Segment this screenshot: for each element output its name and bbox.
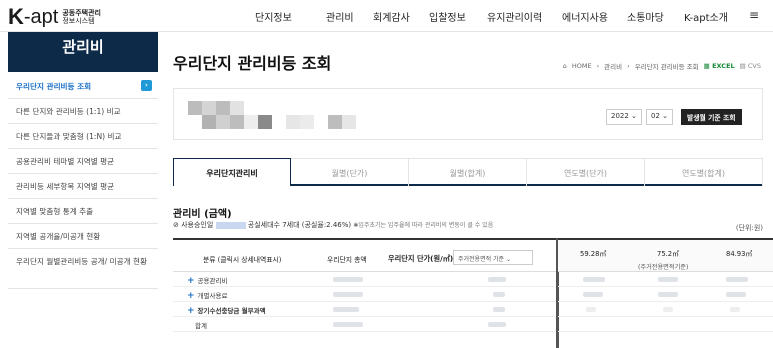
nav-audit[interactable]: 회계감사 — [373, 9, 410, 24]
breadcrumb: ⌂ HOME › 관리비 › 우리단지 관리비등 조회 ▦ EXCEL ▤ CV… — [563, 61, 761, 71]
logo-apt: -apt — [23, 5, 59, 28]
col-total: 우리단지 총액 — [327, 256, 367, 264]
tab-yearly-unit[interactable]: 연도별(단가) — [527, 158, 645, 186]
month-value: 02 — [651, 112, 660, 120]
logo-subtitle-2: 정보시스템 — [62, 17, 95, 25]
col-unit: 우리단지 단가(원/㎡) — [388, 254, 454, 263]
sidebar-item-label: 지역별 공개율/미공개 현황 — [16, 232, 101, 241]
sidebar-item-label: 공용관리비 테마별 지역별 평균 — [16, 157, 115, 166]
breadcrumb-home[interactable]: HOME — [572, 62, 592, 70]
sidebar-item-label: 우리단지 월별관리비등 공개/ 미공개 현황 — [16, 257, 147, 266]
sidebar-item-theme-average[interactable]: 공용관리비 테마별 지역별 평균 — [8, 149, 158, 174]
usage-note: 입주초기는 입주율에 따라 관리비의 변동이 클 수 있음 — [358, 222, 494, 229]
nav-danji-info[interactable]: 단지정보 — [255, 9, 292, 24]
page-title: 우리단지 관리비등 조회 — [173, 54, 332, 73]
chevron-right-icon: › — [141, 80, 152, 91]
area-header: 59.28㎡ 75.2㎡ (주거전용면적기준) 84.93㎡ — [558, 238, 773, 272]
vacancy-info: 공실세대수 7세대 (공실율:2.46%) — [247, 221, 352, 229]
tab-monthly-total[interactable]: 월별(합계) — [409, 158, 527, 186]
nav-community[interactable]: 소통마당 — [627, 9, 664, 24]
breadcrumb-sep: › — [596, 62, 600, 70]
plus-icon[interactable]: + — [187, 291, 195, 301]
plus-icon[interactable]: + — [187, 276, 195, 286]
nav-energy[interactable]: 에너지사용 — [562, 9, 608, 24]
col-category: 분류 (클릭시 상세내역표시) — [203, 256, 282, 264]
redacted-date — [215, 221, 246, 229]
year-value: 2022 — [611, 112, 629, 120]
cvs-download-button[interactable]: ▤ CVS — [740, 62, 761, 70]
area-col-75: 75.2㎡ — [657, 250, 679, 258]
tab-monthly-unit[interactable]: 월별(단가) — [291, 158, 409, 186]
home-icon[interactable]: ⌂ — [563, 62, 567, 70]
row-label: 개별사용료 — [197, 292, 228, 300]
fee-table: 분류 (클릭시 상세내역표시) 우리단지 총액 우리단지 단가(원/㎡) 주거전… — [173, 238, 558, 332]
sidebar-item-compare-1-n[interactable]: 다른 단지들과 맞춤형 (1:N) 비교 — [8, 124, 158, 149]
usage-info: ⊘ 사용승인일 공실세대수 7세대 (공실율:2.46%) ✱입주초기는 입주율… — [173, 221, 494, 229]
nav-management-fee[interactable]: 관리비 — [326, 9, 354, 24]
cvs-label: CVS — [747, 62, 761, 70]
area-col-84: 84.93㎡ — [726, 250, 753, 258]
area-basis-note: (주거전용면적기준) — [638, 264, 689, 271]
breadcrumb-level1[interactable]: 관리비 — [604, 61, 622, 71]
nav-bid[interactable]: 입찰정보 — [429, 9, 466, 24]
sidebar-item-detail-average[interactable]: 관리비등 세부항목 지역별 평균 — [8, 174, 158, 199]
breadcrumb-level2: 우리단지 관리비등 조회 — [634, 63, 699, 71]
fee-tabs: 우리단지관리비 월별(단가) 월별(합계) 연도별(단가) 연도별(합계) — [173, 158, 763, 186]
row-label: 공용관리비 — [197, 277, 228, 285]
sidebar-title: 관리비 — [8, 32, 158, 72]
table-row — [558, 272, 773, 287]
table-row: 합계 — [173, 317, 558, 332]
logo-k: K — [8, 4, 24, 29]
sidebar-item-compare-1-1[interactable]: 다른 단지와 관리비등 (1:1) 비교 — [8, 99, 158, 124]
complex-info-box: 2022 ⌄ 02 ⌄ 발생월 기준 조회 — [173, 88, 763, 140]
row-label: 장기수선충당금 월부과액 — [197, 307, 266, 315]
area-comparison-table: 59.28㎡ 75.2㎡ (주거전용면적기준) 84.93㎡ — [558, 238, 773, 332]
table-row[interactable]: + 공용관리비 — [173, 272, 558, 287]
unit-label: (단위:원) — [735, 224, 763, 232]
sidebar-item-label: 관리비등 세부항목 지역별 평균 — [16, 182, 115, 191]
nav-about[interactable]: K-apt소개 — [684, 9, 728, 24]
breadcrumb-sep: › — [627, 62, 630, 70]
fee-table-header: 분류 (클릭시 상세내역표시) 우리단지 총액 우리단지 단가(원/㎡) 주거전… — [173, 238, 558, 272]
nav-maintenance[interactable]: 유지관리이력 — [487, 9, 542, 24]
table-row — [558, 317, 773, 332]
sidebar-item-label: 다른 단지와 관리비등 (1:1) 비교 — [16, 107, 121, 116]
redacted-complex-name — [188, 101, 356, 129]
area-basis-value: 주거전용면적 기준 — [458, 256, 505, 263]
check-circle-icon: ⊘ — [173, 221, 179, 229]
sidebar-item-label: 다른 단지들과 맞춤형 (1:N) 비교 — [16, 132, 122, 141]
month-select[interactable]: 02 ⌄ — [646, 109, 674, 125]
plus-icon[interactable]: + — [187, 306, 195, 316]
sidebar-item-monthly-disclosure[interactable]: 우리단지 월별관리비등 공개/ 미공개 현황 — [8, 249, 158, 289]
sidebar-item-label: 우리단지 관리비등 조회 — [16, 82, 92, 91]
table-row — [558, 302, 773, 317]
usage-prefix: 사용승인일 — [181, 221, 214, 229]
excel-label: EXCEL — [712, 62, 735, 70]
sidebar-item-disclosure-rate[interactable]: 지역별 공개율/미공개 현황 — [8, 224, 158, 249]
area-basis-select[interactable]: 주거전용면적 기준 ⌄ — [453, 250, 533, 265]
sidebar-item-label: 지역별 맞춤형 통계 추출 — [16, 207, 94, 216]
logo-subtitle-1: 공동주택관리 — [62, 9, 101, 17]
table-row[interactable]: + 장기수선충당금 월부과액 — [173, 302, 558, 317]
sidebar-item-custom-stats[interactable]: 지역별 맞춤형 통계 추출 — [8, 199, 158, 224]
tab-yearly-total[interactable]: 연도별(합계) — [645, 158, 763, 186]
hamburger-menu-icon[interactable]: ≡ — [749, 8, 759, 22]
top-header: K -apt 공동주택관리 정보시스템 단지정보 관리비 회계감사 입찰정보 유… — [0, 0, 773, 32]
area-col-59: 59.28㎡ — [580, 250, 607, 258]
kapt-logo[interactable]: K -apt 공동주택관리 정보시스템 — [8, 4, 101, 30]
excel-download-button[interactable]: ▦ EXCEL — [704, 62, 735, 70]
year-select[interactable]: 2022 ⌄ — [606, 109, 642, 125]
issue-month-search-button[interactable]: 발생월 기준 조회 — [681, 109, 742, 125]
table-row — [558, 287, 773, 302]
tab-our-fee[interactable]: 우리단지관리비 — [173, 158, 291, 186]
table-row[interactable]: + 개별사용료 — [173, 287, 558, 302]
sidebar-item-our-fee[interactable]: 우리단지 관리비등 조회 › — [8, 74, 158, 99]
section-title: 관리비 (금액) — [173, 209, 232, 220]
row-label: 합계 — [195, 322, 207, 330]
sidebar-menu: 우리단지 관리비등 조회 › 다른 단지와 관리비등 (1:1) 비교 다른 단… — [8, 74, 158, 289]
